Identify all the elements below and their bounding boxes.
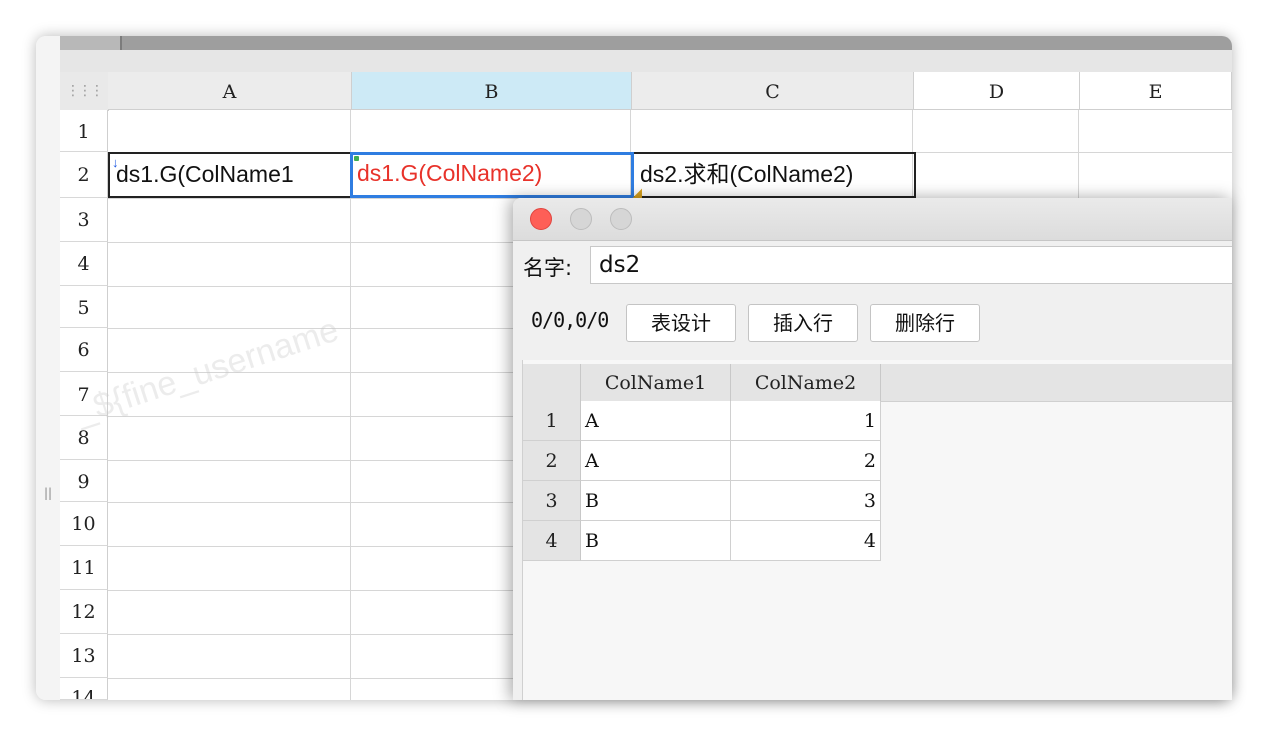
grid-line: [108, 546, 568, 547]
grid-line: [108, 590, 568, 591]
cell-a2-text: ds1.G(ColName1: [116, 161, 294, 187]
expand-marker-icon: [354, 156, 359, 161]
cell-c2-text: ds2.求和(ColName2): [640, 161, 854, 187]
column-header-b[interactable]: B: [352, 72, 632, 110]
column-header-d[interactable]: D: [914, 72, 1080, 110]
cell-coordinates: 0/0,0/0: [531, 308, 609, 332]
grid-line: [1078, 110, 1079, 198]
table-design-button[interactable]: 表设计: [626, 304, 736, 342]
grid-line: [108, 328, 568, 329]
column-header-e[interactable]: E: [1080, 72, 1232, 110]
column-header-c[interactable]: C: [632, 72, 914, 110]
grid-line: [108, 286, 568, 287]
row-header-10[interactable]: 10: [60, 502, 108, 546]
row-header-7[interactable]: 7: [60, 372, 108, 416]
row-header-1[interactable]: 1: [60, 110, 108, 152]
table-cell[interactable]: 1: [731, 401, 881, 441]
table-cell[interactable]: 4: [731, 521, 881, 561]
row-header-3[interactable]: 3: [60, 198, 108, 242]
name-input[interactable]: ds2: [590, 246, 1232, 284]
grid-line: [350, 110, 351, 700]
row-header-8[interactable]: 8: [60, 416, 108, 460]
row-header-9[interactable]: 9: [60, 460, 108, 502]
grid-line: [108, 502, 568, 503]
table-row-number[interactable]: 4: [523, 521, 581, 561]
data-table: ColName1 ColName2 1 A 1 2 A 2 3 B 3 4 B …: [522, 360, 1232, 700]
grid-menu-icon[interactable]: ⋮⋮⋮: [60, 72, 109, 111]
table-cell[interactable]: B: [581, 481, 731, 521]
name-label: 名字:: [523, 256, 573, 280]
table-cell[interactable]: A: [581, 401, 731, 441]
table-cell[interactable]: 3: [731, 481, 881, 521]
delete-row-button[interactable]: 删除行: [870, 304, 980, 342]
row-header-14[interactable]: 14: [60, 678, 108, 700]
top-toolbar: [60, 36, 1232, 50]
grid-line: [108, 372, 568, 373]
cell-c2[interactable]: ds2.求和(ColName2): [632, 152, 916, 198]
toolbar-strip: [60, 50, 1232, 73]
table-corner: [523, 364, 581, 401]
column-header-a[interactable]: A: [108, 72, 352, 110]
table-header-colname1[interactable]: ColName1: [581, 364, 731, 401]
grid-line: [108, 460, 568, 461]
minimize-button[interactable]: [570, 208, 592, 230]
row-header-4[interactable]: 4: [60, 242, 108, 286]
table-cell[interactable]: 2: [731, 441, 881, 481]
cell-b2-text: ds1.G(ColName2): [357, 160, 543, 186]
table-row-number[interactable]: 3: [523, 481, 581, 521]
row-header-6[interactable]: 6: [60, 328, 108, 372]
row-header-12[interactable]: 12: [60, 590, 108, 634]
close-button[interactable]: [530, 208, 552, 230]
row-header-11[interactable]: 11: [60, 546, 108, 590]
table-row-number[interactable]: 1: [523, 401, 581, 441]
left-gutter: ||: [36, 36, 61, 700]
table-header-colname2[interactable]: ColName2: [731, 364, 881, 401]
table-cell[interactable]: A: [581, 441, 731, 481]
dialog-titlebar[interactable]: [513, 198, 1232, 241]
resize-handle-icon[interactable]: ||: [44, 486, 52, 500]
row-header-13[interactable]: 13: [60, 634, 108, 678]
row-header-2[interactable]: 2: [60, 152, 108, 198]
grid-line: [108, 634, 568, 635]
grid-line: [108, 242, 568, 243]
dataset-dialog: 名字: ds2 0/0,0/0 表设计 插入行 删除行 ColName1 Col…: [513, 198, 1232, 700]
row-header-5[interactable]: 5: [60, 286, 108, 328]
toolbar-tab[interactable]: [60, 36, 122, 50]
cell-b2[interactable]: ds1.G(ColName2): [350, 152, 634, 198]
maximize-button[interactable]: [610, 208, 632, 230]
table-row-number[interactable]: 2: [523, 441, 581, 481]
grid-line: [108, 678, 568, 679]
expand-down-icon: ↓: [112, 155, 119, 170]
table-cell[interactable]: B: [581, 521, 731, 561]
cell-a2[interactable]: ↓ ds1.G(ColName1: [108, 152, 352, 198]
grid-line: [108, 416, 568, 417]
insert-row-button[interactable]: 插入行: [748, 304, 858, 342]
